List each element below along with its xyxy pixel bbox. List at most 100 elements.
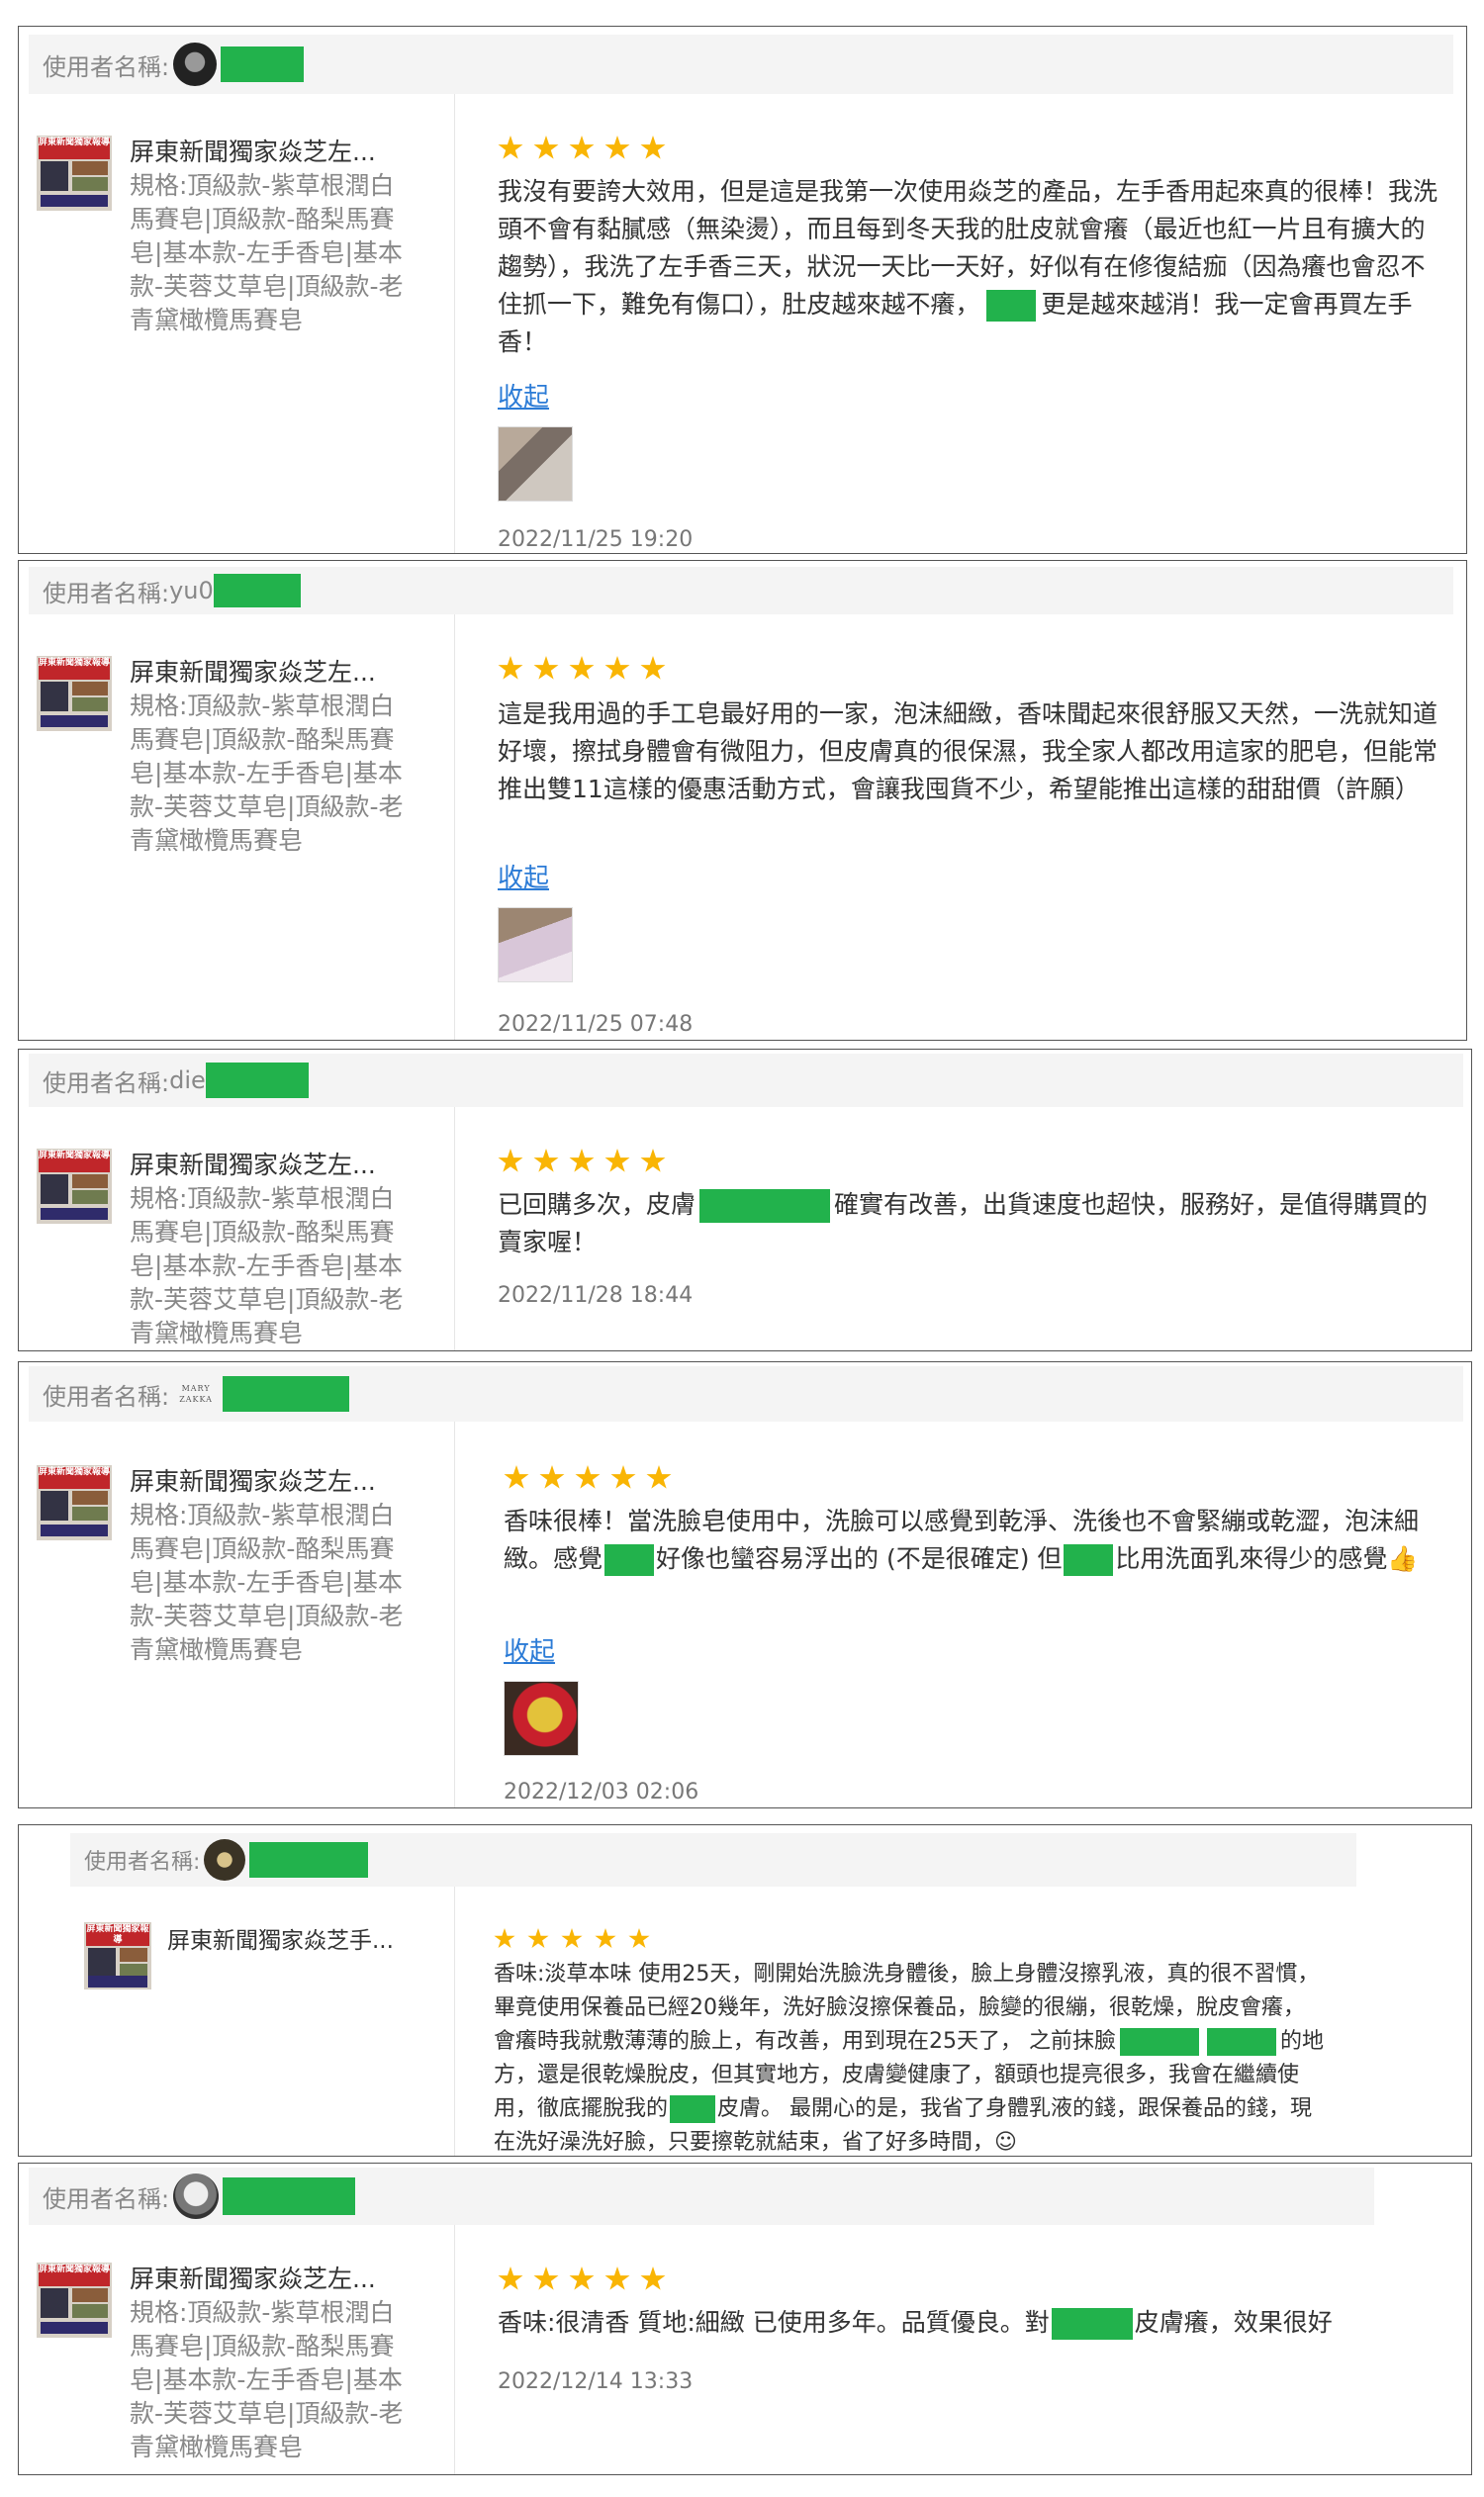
product-title[interactable]: 屏東新聞獨家焱芝左... [130, 1465, 417, 1499]
product-title[interactable]: 屏東新聞獨家焱芝左... [130, 136, 417, 169]
review-card: 使用者名稱: 屏東新聞獨家報導 屏東新聞獨家焱芝左... 規格:頂級款-紫草根潤… [18, 26, 1467, 554]
product-info: 屏東新聞獨家焱芝左... 規格:頂級款-紫草根潤白馬賽皂|頂級款-酪梨馬賽皂|基… [130, 1465, 417, 1667]
star-icon [610, 1465, 636, 1489]
collapse-link[interactable]: 收起 [498, 377, 549, 414]
review-date: 2022/12/14 13:33 [498, 2369, 694, 2394]
product-thumbnail[interactable]: 屏東新聞獨家報導 [37, 2263, 112, 2338]
star-icon [646, 1465, 672, 1489]
redacted-username [223, 1376, 350, 1412]
product-thumbnail[interactable]: 屏東新聞獨家報導 [37, 136, 112, 211]
brand-logo: MARY ZAKKA [179, 1384, 213, 1404]
star-icon [494, 1928, 515, 1949]
review-text: 這是我用過的手工皂最好用的一家，泡沫細緻，香味聞起來很舒服又天然，一洗就知道好壞… [498, 699, 1438, 803]
redacted-text [985, 290, 1036, 322]
collapse-link[interactable]: 收起 [498, 858, 549, 894]
redacted-username [223, 2177, 356, 2215]
star-icon [604, 136, 630, 159]
redacted-text [1120, 2028, 1199, 2056]
review-photo[interactable] [498, 907, 573, 982]
redacted-username [213, 574, 301, 607]
star-icon [575, 1465, 601, 1489]
product-thumbnail[interactable]: 屏東新聞獨家報導 [37, 656, 112, 731]
product-spec: 規格:頂級款-紫草根潤白馬賽皂|頂級款-酪梨馬賽皂|基本款-左手香皂|基本款-芙… [130, 1184, 404, 1347]
product-title[interactable]: 屏東新聞獨家焱芝手... [167, 1924, 415, 1958]
review-date: 2022/11/28 18:44 [498, 1283, 694, 1308]
star-icon [640, 1149, 666, 1172]
star-icon [604, 2266, 630, 2290]
star-icon [498, 136, 523, 159]
divider [454, 94, 455, 553]
product-title[interactable]: 屏東新聞獨家焱芝左... [130, 656, 417, 690]
rating-stars [498, 656, 666, 682]
star-icon [561, 1928, 583, 1949]
user-header: 使用者名稱: yu0 [29, 567, 1453, 614]
username-label: 使用者名稱: [84, 1850, 201, 1875]
user-header: 使用者名稱: die [29, 1054, 1463, 1107]
username-label: 使用者名稱: [43, 1068, 170, 1097]
star-icon [604, 656, 630, 680]
product-title[interactable]: 屏東新聞獨家焱芝左... [130, 2263, 417, 2296]
star-icon [527, 1928, 549, 1949]
product-thumbnail[interactable]: 屏東新聞獨家報導 [37, 1149, 112, 1224]
star-icon [498, 2266, 523, 2290]
review-text: 已回購多次，皮膚 確實有改善，出貨速度也超快，服務好，是值得購買的賣家喔！ [498, 1189, 1429, 1256]
review-card: 使用者名稱: yu0 屏東新聞獨家報導 屏東新聞獨家焱芝左... 規格:頂級款-… [18, 560, 1467, 1041]
review-date: 2022/11/25 19:20 [498, 527, 694, 552]
review-card: 使用者名稱: die 屏東新聞獨家報導 屏東新聞獨家焱芝左... 規格:頂級款-… [18, 1049, 1472, 1351]
star-icon [628, 1928, 650, 1949]
rating-stars [504, 1465, 672, 1491]
product-info: 屏東新聞獨家焱芝手... [167, 1924, 415, 1958]
star-icon [595, 1928, 616, 1949]
collapse-link[interactable]: 收起 [504, 1631, 555, 1668]
review-text: 我沒有要誇大效用，但是這是我第一次使用焱芝的產品，左手香用起來真的很棒！我洗頭不… [498, 177, 1438, 356]
rating-stars [494, 1928, 650, 1950]
product-spec: 規格:頂級款-紫草根潤白馬賽皂|頂級款-酪梨馬賽皂|基本款-左手香皂|基本款-芙… [130, 692, 404, 855]
redacted-text [1064, 1544, 1114, 1576]
product-info: 屏東新聞獨家焱芝左... 規格:頂級款-紫草根潤白馬賽皂|頂級款-酪梨馬賽皂|基… [130, 2263, 417, 2464]
product-info: 屏東新聞獨家焱芝左... 規格:頂級款-紫草根潤白馬賽皂|頂級款-酪梨馬賽皂|基… [130, 1149, 417, 1350]
divider [454, 1887, 455, 2156]
divider [454, 2225, 455, 2474]
star-icon [604, 1149, 630, 1172]
user-avatar [173, 2173, 220, 2219]
username-label: 使用者名稱: [43, 52, 170, 81]
user-header: 使用者名稱: MARY ZAKKA [29, 1366, 1463, 1422]
user-header: 使用者名稱: [29, 2168, 1374, 2225]
star-icon [569, 136, 595, 159]
username-label: 使用者名稱: [43, 2184, 170, 2213]
product-spec: 規格:頂級款-紫草根潤白馬賽皂|頂級款-酪梨馬賽皂|基本款-左手香皂|基本款-芙… [130, 2298, 404, 2461]
rating-stars [498, 136, 666, 161]
star-icon [569, 1149, 595, 1172]
star-icon [498, 1149, 523, 1172]
star-icon [640, 656, 666, 680]
review-photo[interactable] [504, 1681, 579, 1756]
product-info: 屏東新聞獨家焱芝左... 規格:頂級款-紫草根潤白馬賽皂|頂級款-酪梨馬賽皂|基… [130, 656, 417, 858]
review-text: 香味:很清香 質地:細緻 已使用多年。品質優良。對 皮膚癢，效果很好 [498, 2304, 1438, 2342]
product-info: 屏東新聞獨家焱芝左... 規格:頂級款-紫草根潤白馬賽皂|頂級款-酪梨馬賽皂|基… [130, 136, 417, 337]
star-icon [533, 656, 559, 680]
star-icon [498, 656, 523, 680]
review-text: 香味:淡草本味 使用25天，剛開始洗臉洗身體後，臉上身體沒擦乳液，真的很不習慣，… [494, 1962, 1325, 2155]
user-header: 使用者名稱: [70, 1833, 1356, 1887]
user-avatar [173, 43, 218, 86]
star-icon [533, 136, 559, 159]
redacted-username [221, 46, 305, 82]
review-card: 使用者名稱: 屏東新聞獨家報導 屏東新聞獨家焱芝左... 規格:頂級款-紫草根潤… [18, 2163, 1472, 2475]
product-thumbnail[interactable]: 屏東新聞獨家報導 [84, 1922, 151, 1989]
review-photo[interactable] [498, 426, 573, 502]
redacted-username [249, 1842, 369, 1878]
username-text: die [169, 1066, 206, 1094]
star-icon [533, 2266, 559, 2290]
username-label: 使用者名稱: [43, 1382, 170, 1411]
product-spec: 規格:頂級款-紫草根潤白馬賽皂|頂級款-酪梨馬賽皂|基本款-左手香皂|基本款-芙… [130, 1501, 404, 1664]
product-thumbnail[interactable]: 屏東新聞獨家報導 [37, 1465, 112, 1540]
redacted-text [1051, 2308, 1133, 2340]
product-spec: 規格:頂級款-紫草根潤白馬賽皂|頂級款-酪梨馬賽皂|基本款-左手香皂|基本款-芙… [130, 171, 404, 334]
divider [454, 1422, 455, 1807]
rating-stars [498, 2266, 666, 2292]
redacted-username [205, 1063, 309, 1098]
product-title[interactable]: 屏東新聞獨家焱芝左... [130, 1149, 417, 1182]
star-icon [539, 1465, 565, 1489]
username-label: 使用者名稱: [43, 579, 170, 607]
redacted-text [670, 2095, 716, 2123]
